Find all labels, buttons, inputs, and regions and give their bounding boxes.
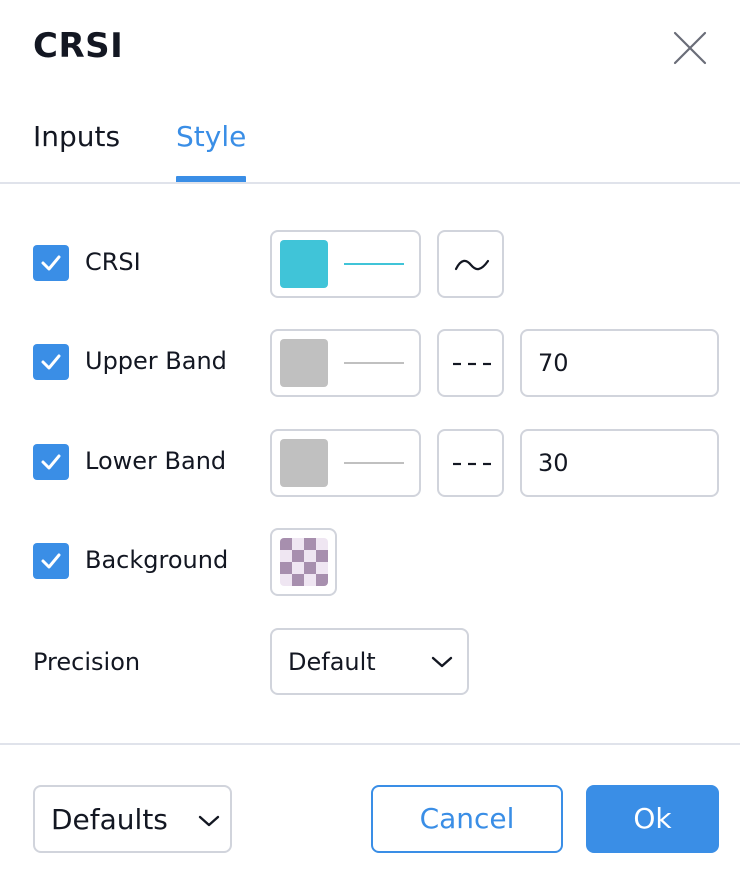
upper-band-checkbox[interactable]	[33, 344, 69, 380]
crsi-label: CRSI	[85, 248, 141, 276]
footer-divider	[0, 743, 740, 745]
checkerboard-swatch-icon	[280, 538, 328, 586]
lower-band-line-sample	[344, 462, 404, 464]
upper-band-line-style-button[interactable]	[437, 329, 504, 397]
lower-band-row: Lower Band 30	[0, 429, 740, 497]
crsi-color-button[interactable]	[270, 230, 421, 298]
defaults-label: Defaults	[51, 803, 168, 836]
defaults-dropdown-button[interactable]: Defaults	[33, 785, 232, 853]
tab-style[interactable]: Style	[176, 120, 246, 153]
upper-band-value-input[interactable]: 70	[520, 329, 719, 397]
crsi-plot-type-button[interactable]	[437, 230, 504, 298]
lower-band-color-button[interactable]	[270, 429, 421, 497]
chevron-down-icon	[198, 815, 220, 827]
lower-band-checkbox[interactable]	[33, 444, 69, 480]
dashed-line-icon	[453, 362, 491, 366]
lower-band-color-swatch	[280, 439, 328, 487]
cancel-button[interactable]: Cancel	[371, 785, 563, 853]
tab-bar: Inputs Style	[0, 110, 740, 184]
crsi-row: CRSI	[0, 230, 740, 298]
background-color-button[interactable]	[270, 528, 337, 596]
background-row: Background	[0, 528, 740, 596]
crsi-line-sample	[344, 263, 404, 265]
indicator-settings-dialog: CRSI Inputs Style CRSI Upper Band 70 Low…	[0, 0, 740, 872]
crsi-color-swatch	[280, 240, 328, 288]
tab-inputs[interactable]: Inputs	[33, 120, 120, 153]
precision-value: Default	[288, 648, 376, 676]
background-checkbox[interactable]	[33, 543, 69, 579]
dialog-title: CRSI	[33, 26, 124, 66]
upper-band-label: Upper Band	[85, 347, 227, 375]
crsi-checkbox[interactable]	[33, 245, 69, 281]
dashed-line-icon	[453, 462, 491, 466]
background-label: Background	[85, 546, 229, 574]
close-icon[interactable]	[670, 28, 710, 68]
header-divider	[0, 182, 740, 184]
chevron-down-icon	[431, 656, 453, 668]
precision-select[interactable]: Default	[270, 628, 469, 695]
lower-band-line-style-button[interactable]	[437, 429, 504, 497]
lower-band-label: Lower Band	[85, 447, 227, 475]
precision-label: Precision	[33, 648, 141, 676]
upper-band-color-button[interactable]	[270, 329, 421, 397]
line-plot-icon	[454, 259, 490, 271]
upper-band-line-sample	[344, 362, 404, 364]
lower-band-value-input[interactable]: 30	[520, 429, 719, 497]
upper-band-row: Upper Band 70	[0, 329, 740, 397]
upper-band-color-swatch	[280, 339, 328, 387]
ok-button[interactable]: Ok	[586, 785, 719, 853]
